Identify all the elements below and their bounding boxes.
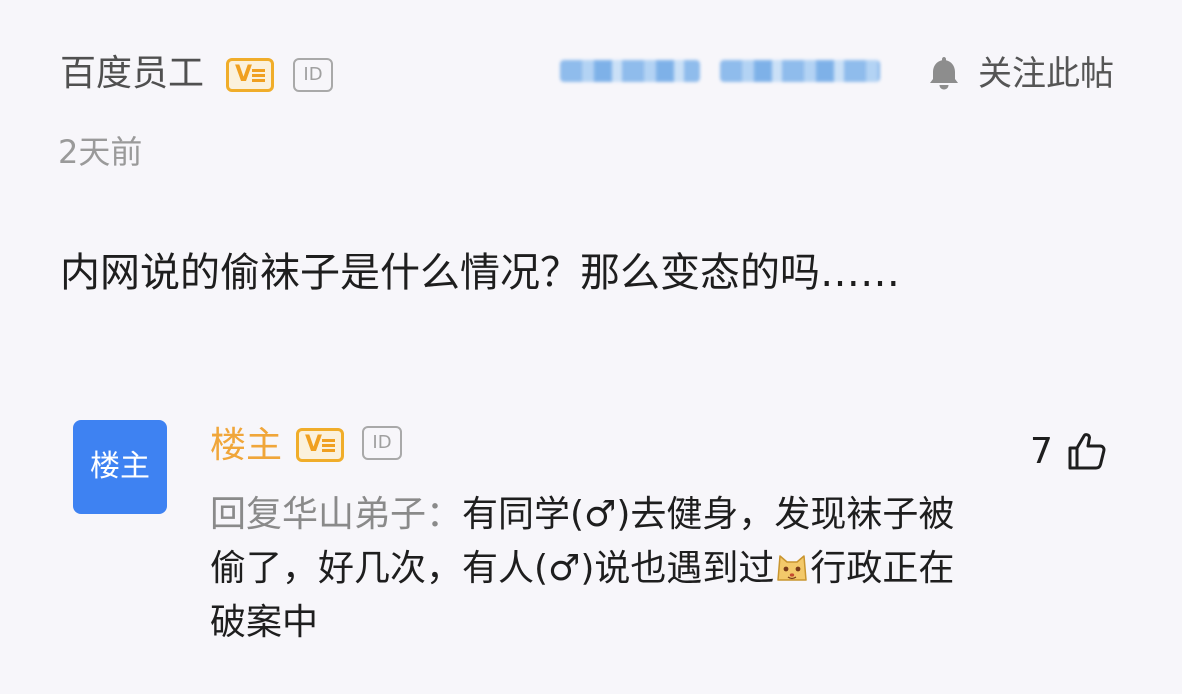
reply-verified-badge: V: [296, 428, 344, 462]
reply-line-2a-text: 偷了，好几次，有人(♂)说也遇到过: [210, 548, 775, 589]
verified-badge-letter: V: [234, 62, 252, 87]
reply-line-1: 回复华山弟子：有同学(♂)去健身，发现袜子被: [210, 488, 1030, 542]
reply-id-badge: ID: [362, 426, 402, 460]
like-count: 7: [1030, 431, 1053, 472]
reply-avatar[interactable]: 楼主: [73, 420, 167, 514]
thumbs-up-icon[interactable]: [1066, 430, 1108, 472]
redacted-info-block: [560, 60, 700, 82]
reply-prefix[interactable]: 回复华山弟子：: [210, 494, 462, 535]
post-body: 内网说的偷袜子是什么情况？那么变态的吗……: [60, 250, 900, 296]
reply-line-1-text: 有同学(♂)去健身，发现袜子被: [462, 494, 955, 535]
post-timestamp: 2天前: [58, 133, 143, 171]
id-badge: ID: [293, 58, 333, 92]
reply-line-3: 破案中: [210, 602, 319, 643]
follow-post-label[interactable]: 关注此帖: [978, 50, 1114, 98]
post-author-name[interactable]: 百度员工: [60, 50, 204, 98]
reply-author-name[interactable]: 楼主: [210, 422, 282, 470]
reply-line-2: 偷了，好几次，有人(♂)说也遇到过 行政正在: [210, 542, 1030, 596]
reply-text: 回复华山弟子：有同学(♂)去健身，发现袜子被 偷了，好几次，有人(♂)说也遇到过…: [210, 488, 1030, 650]
verified-badge: V: [226, 58, 274, 92]
bell-icon[interactable]: [924, 53, 964, 93]
cat-emoji-icon: [777, 555, 808, 581]
redacted-info-block: [720, 60, 880, 82]
reply-line-2b-text: 行政正在: [810, 548, 955, 589]
reply-verified-badge-letter: V: [304, 432, 322, 457]
